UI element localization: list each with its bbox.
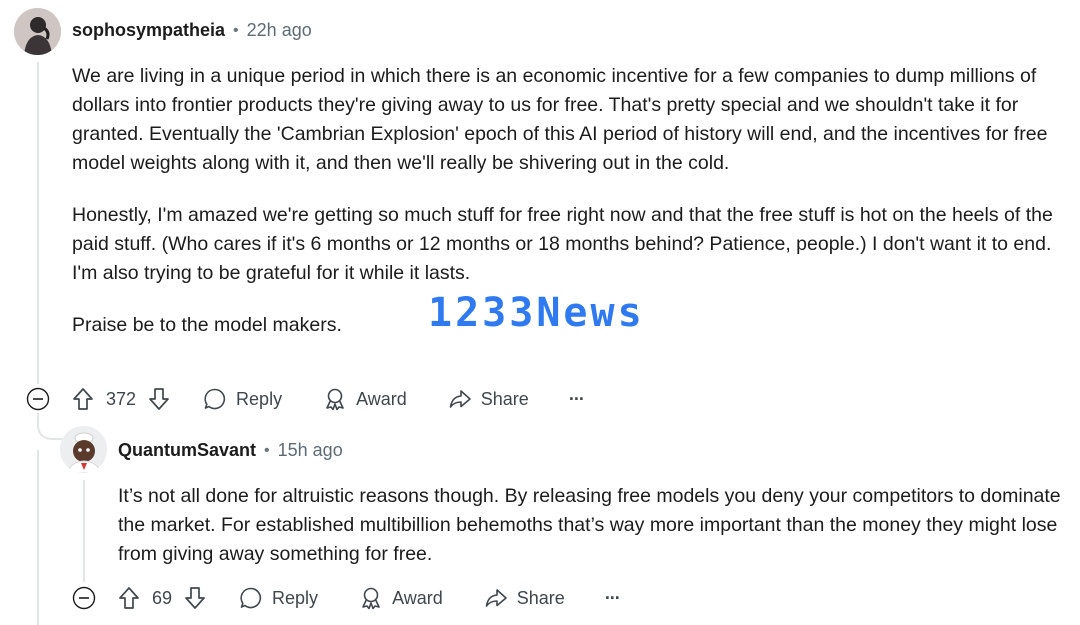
vote-score: 69 (152, 587, 173, 608)
meta-separator: • (233, 21, 239, 39)
award-icon (326, 388, 344, 411)
watermark: 1233News (428, 290, 645, 336)
share-button[interactable]: Share (448, 387, 529, 411)
upvote-icon (119, 587, 139, 609)
comment-paragraph: We are living in a unique period in whic… (72, 65, 1048, 174)
thread-line-continuation (37, 450, 39, 625)
reply-button[interactable]: Reply (239, 586, 318, 610)
vote-score: 372 (106, 388, 137, 409)
comment-body: It’s not all done for altruistic reasons… (118, 482, 1063, 569)
award-button[interactable]: Award (359, 586, 443, 610)
more-icon: ··· (568, 388, 585, 409)
downvote-button[interactable] (184, 586, 206, 610)
downvote-icon (185, 587, 205, 609)
timestamp[interactable]: 15h ago (278, 440, 343, 461)
timestamp[interactable]: 22h ago (247, 20, 312, 41)
avatar[interactable] (14, 8, 61, 55)
award-label: Award (392, 587, 443, 608)
comment-paragraph: Honestly, I'm amazed we're getting so mu… (72, 204, 1053, 284)
comment-paragraph: It’s not all done for altruistic reasons… (118, 485, 1061, 565)
author-name[interactable]: sophosympatheia (72, 20, 225, 41)
collapse-button[interactable] (26, 387, 50, 416)
reply-label: Reply (236, 388, 283, 409)
meta-separator: • (264, 441, 270, 459)
comment-actions: 372 Reply Award Share ··· (72, 386, 585, 412)
downvote-icon (149, 388, 169, 410)
comment-meta: sophosympatheia • 22h ago (72, 20, 312, 41)
reply-button[interactable]: Reply (203, 387, 282, 411)
more-icon: ··· (604, 587, 621, 608)
thread-line-reply (83, 480, 85, 582)
share-label: Share (516, 587, 565, 608)
award-button[interactable]: Award (323, 387, 407, 411)
thread-line-main (37, 62, 39, 384)
collapse-icon (72, 586, 96, 610)
author-name[interactable]: QuantumSavant (118, 440, 256, 461)
comment-icon (240, 587, 262, 609)
comment-icon (204, 388, 226, 410)
award-label: Award (356, 388, 407, 409)
award-icon (362, 587, 380, 610)
share-icon (485, 589, 507, 607)
downvote-button[interactable] (148, 387, 170, 411)
comment-meta: QuantumSavant • 15h ago (118, 440, 343, 461)
more-options-button[interactable]: ··· (568, 388, 585, 410)
reply-label: Reply (272, 587, 319, 608)
upvote-icon (73, 388, 93, 410)
upvote-button[interactable] (118, 586, 140, 610)
share-button[interactable]: Share (484, 586, 565, 610)
upvote-button[interactable] (72, 387, 94, 411)
comment-actions: 69 Reply Award Share ··· (118, 585, 621, 611)
collapse-button[interactable] (72, 586, 96, 615)
collapse-icon (26, 387, 50, 411)
more-options-button[interactable]: ··· (604, 587, 621, 609)
avatar[interactable] (60, 426, 107, 473)
share-icon (449, 390, 471, 408)
thread-connector (37, 418, 63, 440)
share-label: Share (480, 388, 529, 409)
